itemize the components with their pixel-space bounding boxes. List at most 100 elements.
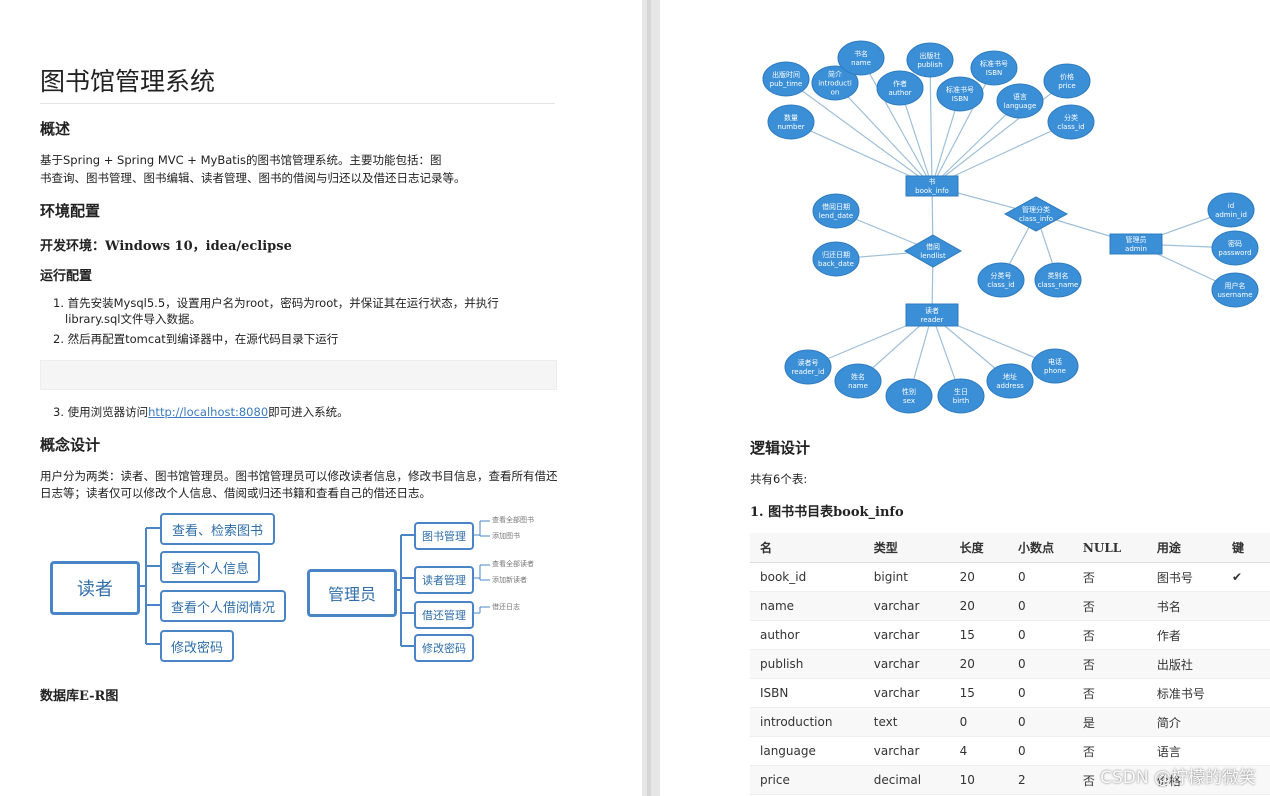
mindmap-admin-subitem: 添加新读者 <box>492 576 527 584</box>
column-header: 小数点 <box>1008 533 1073 563</box>
table-cell <box>1222 649 1270 679</box>
column-header: 用途 <box>1146 533 1223 563</box>
table-cell: 10 <box>949 765 1008 795</box>
table-cell: 作者 <box>1146 620 1223 650</box>
er-attribute <box>767 104 815 140</box>
csdn-watermark: CSDN @柠檬的微笑 <box>1100 768 1256 788</box>
table-row: book_id bigint 20 0 否图书号 ✔ <box>750 562 1270 592</box>
table-cell: 否 <box>1072 620 1147 650</box>
mindmap-admin-item: 修改密码 <box>414 634 474 662</box>
table-cell: 图书号 <box>1146 562 1223 592</box>
table-cell: decimal <box>863 765 950 795</box>
gutter-scrollbar[interactable] <box>647 0 651 796</box>
er-attribute <box>1211 230 1259 266</box>
table-cell: ISBN <box>750 678 864 708</box>
column-header: 类型 <box>863 533 950 563</box>
er-attribute <box>1211 272 1259 308</box>
table-cell: 0 <box>1008 707 1073 737</box>
table-cell: author <box>750 620 864 650</box>
er-attribute <box>937 378 985 414</box>
table-cell: 0 <box>1008 736 1073 766</box>
table-cell: price <box>750 765 864 795</box>
mindmap-reader-node: 读者 <box>50 561 140 615</box>
table-cell: 0 <box>949 707 1008 737</box>
mindmap-admin-subitem: 查看全部图书 <box>492 516 534 524</box>
er-attribute <box>1043 63 1091 99</box>
mindmap-admin-node: 管理员 <box>307 569 397 617</box>
er-attribute <box>837 40 885 76</box>
table-header-row: 名类型 长度 小数点 NULL 用途键 <box>750 533 1270 563</box>
er-attribute <box>996 83 1044 119</box>
er-attribute <box>1207 192 1255 228</box>
mindmap-reader-item: 查看个人借阅情况 <box>160 590 286 622</box>
mindmap-admin-item: 读者管理 <box>414 566 474 594</box>
table-cell: 20 <box>949 649 1008 679</box>
er-attribute <box>834 363 882 399</box>
table-row: introduction text 0 0 是简介 <box>750 707 1270 737</box>
table-row: ISBN varchar 15 0 否标准书号 <box>750 678 1270 708</box>
er-relationship-lend <box>903 234 963 268</box>
table-cell: 否 <box>1072 736 1147 766</box>
mindmap-reader-item: 查看、检索图书 <box>160 513 275 545</box>
table-cell <box>1222 591 1270 621</box>
mindmap-reader-item: 修改密码 <box>160 630 234 662</box>
table-row: publish varchar 20 0 否出版社 <box>750 649 1270 679</box>
table-cell: 20 <box>949 562 1008 592</box>
table-cell: varchar <box>863 591 950 621</box>
table-cell: 2 <box>1008 765 1073 795</box>
er-diagram-label: 数据库E-R图 <box>40 689 119 704</box>
table-cell: 书名 <box>1146 591 1223 621</box>
table-cell: introduction <box>750 707 864 737</box>
table-cell: varchar <box>863 620 950 650</box>
column-header: 键 <box>1222 533 1270 563</box>
er-attribute <box>1034 262 1082 298</box>
table-row: author varchar 15 0 否作者 <box>750 620 1270 650</box>
table-cell: 是 <box>1072 707 1147 737</box>
table-cell: ✔ <box>1222 562 1270 592</box>
table-cell: name <box>750 591 864 621</box>
table-cell: 20 <box>949 591 1008 621</box>
table-cell <box>1222 678 1270 708</box>
column-header: 名 <box>750 533 864 563</box>
table-cell: 标准书号 <box>1146 678 1223 708</box>
table-cell: varchar <box>863 678 950 708</box>
table-cell: 否 <box>1072 591 1147 621</box>
table-cell: 15 <box>949 678 1008 708</box>
er-attribute <box>1047 104 1095 140</box>
er-attribute <box>977 262 1025 298</box>
column-header: 长度 <box>949 533 1008 563</box>
left-page: 图书馆管理系统 概述 基于Spring + Spring MVC + MyBat… <box>0 0 642 796</box>
table-cell: 否 <box>1072 649 1147 679</box>
table-cell: 0 <box>1008 678 1073 708</box>
er-attribute <box>876 70 924 106</box>
table-cell: 出版社 <box>1146 649 1223 679</box>
table-cell: 简介 <box>1146 707 1223 737</box>
mindmap-admin-subitem: 借还日志 <box>492 603 520 611</box>
mindmap-admin-item: 图书管理 <box>414 522 474 550</box>
er-connector <box>929 59 933 187</box>
table-cell: 0 <box>1008 562 1073 592</box>
table-cell: 0 <box>1008 620 1073 650</box>
table-count: 共有6个表: <box>750 472 808 486</box>
table-cell: varchar <box>863 649 950 679</box>
table-cell <box>1222 707 1270 737</box>
table-cell: bigint <box>863 562 950 592</box>
table-cell: 4 <box>949 736 1008 766</box>
er-attribute <box>1031 348 1079 384</box>
table-cell: publish <box>750 649 864 679</box>
logic-heading: 逻辑设计 <box>750 439 811 457</box>
er-attribute <box>812 193 860 229</box>
table-body: book_id bigint 20 0 否图书号 ✔ name varchar 20 0 否书名 au… <box>750 562 1270 795</box>
column-header: NULL <box>1072 533 1147 563</box>
table-cell: 0 <box>1008 591 1073 621</box>
er-attribute <box>762 61 810 97</box>
er-attribute <box>885 378 933 414</box>
table-cell: book_id <box>750 562 864 592</box>
er-relationship-class <box>1003 196 1069 232</box>
er-attribute <box>936 76 984 112</box>
table-cell: 否 <box>1072 562 1147 592</box>
table-cell <box>1222 620 1270 650</box>
mindmap-admin-item: 借还管理 <box>414 601 474 629</box>
mindmap-admin-subitem: 添加图书 <box>492 532 520 540</box>
table-row: name varchar 20 0 否书名 <box>750 591 1270 621</box>
